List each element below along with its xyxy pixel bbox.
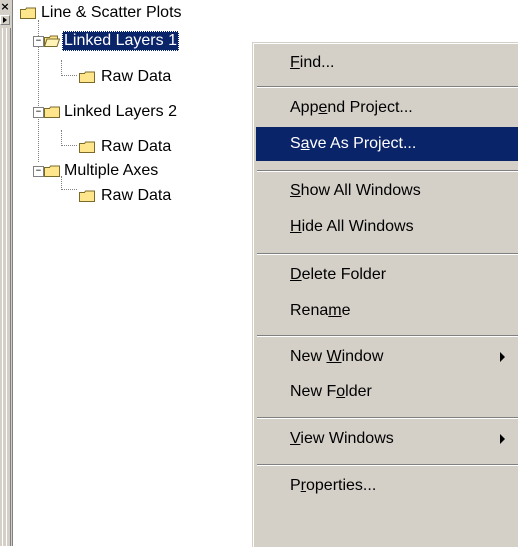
- menu-item-show-all-windows[interactable]: Show All Windows: [256, 174, 518, 208]
- tree-child[interactable]: Raw Data: [79, 67, 239, 87]
- close-icon[interactable]: ×: [0, 1, 10, 12]
- dock-grip[interactable]: [6, 28, 11, 546]
- tree-group-label: Linked Layers 1: [62, 31, 179, 51]
- menu-item-label: Delete Folder: [290, 266, 387, 283]
- tree-connector: [61, 130, 62, 146]
- menu-separator: [257, 170, 518, 172]
- menu-item-label: Rename: [290, 302, 351, 319]
- tree-connector: [61, 60, 62, 76]
- tree-child-label: Raw Data: [101, 187, 172, 204]
- tree-group-label: Multiple Axes: [64, 162, 159, 179]
- menu-separator: [257, 417, 518, 419]
- tree-root-label: Line & Scatter Plots: [41, 4, 182, 21]
- tree-group[interactable]: Linked Layers 2: [44, 102, 252, 122]
- menu-item-label: Show All Windows: [290, 182, 421, 199]
- collapse-toggle[interactable]: −: [33, 166, 44, 177]
- menu-item-rename[interactable]: Rename: [256, 294, 518, 328]
- folder-icon: [79, 71, 95, 83]
- folder-icon: [79, 141, 95, 153]
- tree-child-label: Raw Data: [101, 68, 172, 85]
- tree-connector: [61, 189, 77, 190]
- menu-item-save-as-project[interactable]: Save As Project...: [256, 127, 518, 161]
- menu-item-label: View Windows: [290, 430, 394, 447]
- folder-icon: [44, 165, 60, 177]
- tree-child[interactable]: Raw Data: [79, 137, 239, 157]
- submenu-arrow-icon: [500, 352, 505, 362]
- menu-separator: [257, 86, 518, 88]
- tree-root[interactable]: Line & Scatter Plots: [20, 3, 252, 23]
- menu-item-label: Find...: [290, 54, 335, 71]
- menu-item-label: New Folder: [290, 383, 372, 400]
- menu-item-delete-folder[interactable]: Delete Folder: [256, 258, 518, 292]
- tree-child[interactable]: Raw Data: [79, 186, 239, 206]
- dock-strip: ×: [0, 0, 13, 546]
- menu-item-label: Properties...: [290, 477, 377, 494]
- tree-group[interactable]: Linked Layers 1: [44, 31, 252, 51]
- folder-icon: [79, 190, 95, 202]
- tree-connector: [61, 145, 77, 146]
- menu-item-properties[interactable]: Properties...: [256, 469, 518, 503]
- folder-icon: [44, 106, 60, 118]
- menu-item-label: Save As Project...: [290, 135, 417, 152]
- folder-icon: [20, 7, 36, 19]
- menu-separator: [257, 464, 518, 466]
- tree-group[interactable]: Multiple Axes: [44, 161, 252, 181]
- menu-item-view-windows[interactable]: View Windows: [256, 422, 518, 456]
- menu-item-new-window[interactable]: New Window: [256, 340, 518, 374]
- menu-item-new-folder[interactable]: New Folder: [256, 375, 518, 409]
- context-menu: Find... Append Project... Save As Projec…: [252, 42, 518, 547]
- tree-group-label: Linked Layers 2: [64, 103, 177, 120]
- menu-item-label: Append Project...: [290, 99, 413, 116]
- collapse-toggle[interactable]: −: [33, 107, 44, 118]
- menu-item-label: Hide All Windows: [290, 218, 414, 235]
- menu-item-hide-all-windows[interactable]: Hide All Windows: [256, 210, 518, 244]
- collapse-toggle[interactable]: −: [33, 36, 44, 47]
- tree-connector: [61, 75, 77, 76]
- menu-separator: [257, 335, 518, 337]
- menu-item-label: New Window: [290, 348, 384, 365]
- menu-separator: [257, 253, 518, 255]
- play-triangle-icon[interactable]: [0, 15, 10, 25]
- menu-item-find[interactable]: Find...: [256, 46, 518, 80]
- submenu-arrow-icon: [500, 434, 505, 444]
- menu-item-append-project[interactable]: Append Project...: [256, 91, 518, 125]
- open-folder-icon: [44, 35, 60, 47]
- tree-child-label: Raw Data: [101, 138, 172, 155]
